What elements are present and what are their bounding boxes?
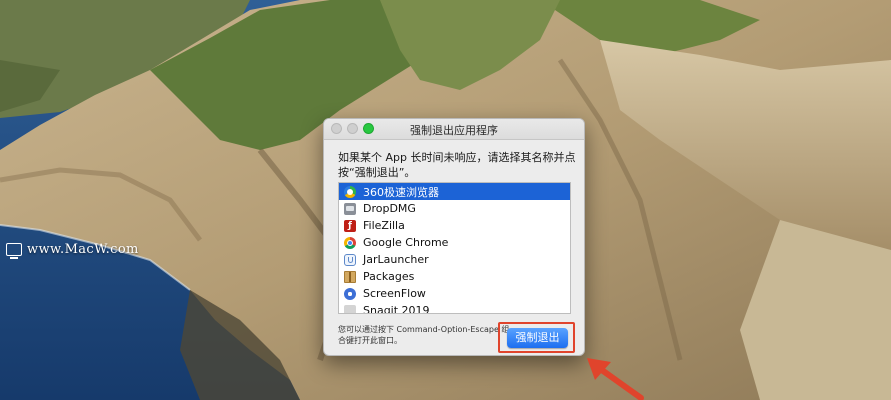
- app-name: 360极速浏览器: [363, 185, 439, 199]
- 360-browser-icon: [344, 185, 356, 198]
- force-quit-button[interactable]: 强制退出: [507, 328, 568, 348]
- app-list-item[interactable]: Google Chrome: [339, 234, 570, 251]
- force-quit-dialog: 强制退出应用程序 如果某个 App 长时间未响应，请选择其名称并点按“强制退出”…: [323, 118, 585, 356]
- annotation-arrow-icon: [587, 358, 644, 400]
- title-bar[interactable]: 强制退出应用程序: [324, 119, 584, 140]
- monitor-icon: [6, 242, 22, 259]
- app-list-item[interactable]: Snagit 2019: [339, 302, 570, 314]
- app-list-item[interactable]: DropDMG: [339, 200, 570, 217]
- shortcut-hint: 您可以通过按下 Command-Option-Escape 组合键打开此窗口。: [338, 325, 510, 345]
- watermark: www.MacW.com: [6, 240, 139, 259]
- app-name: Snagit 2019: [363, 304, 430, 314]
- app-name: Google Chrome: [363, 236, 449, 249]
- app-name: DropDMG: [363, 202, 416, 215]
- jarlauncher-icon: [344, 253, 356, 266]
- screenflow-icon: [344, 287, 356, 300]
- watermark-text: www.MacW.com: [27, 241, 139, 257]
- app-list-item[interactable]: ScreenFlow: [339, 285, 570, 302]
- app-name: ScreenFlow: [363, 287, 426, 300]
- app-name: JarLauncher: [363, 253, 429, 266]
- app-list[interactable]: 360极速浏览器 DropDMG ƒ FileZilla Google Chro…: [338, 182, 571, 314]
- dropdmg-icon: [344, 202, 356, 215]
- app-list-item[interactable]: 360极速浏览器: [339, 183, 570, 200]
- app-name: Packages: [363, 270, 415, 283]
- app-list-item[interactable]: Packages: [339, 268, 570, 285]
- snagit-icon: [344, 304, 356, 313]
- app-name: FileZilla: [363, 219, 405, 232]
- app-list-item[interactable]: ƒ FileZilla: [339, 217, 570, 234]
- packages-icon: [344, 270, 356, 283]
- filezilla-icon: ƒ: [344, 219, 356, 232]
- dialog-prompt: 如果某个 App 长时间未响应，请选择其名称并点按“强制退出”。: [338, 151, 576, 179]
- highlight-annotation-box: 强制退出: [498, 322, 575, 353]
- chrome-icon: [344, 236, 356, 249]
- app-list-item[interactable]: JarLauncher: [339, 251, 570, 268]
- dialog-title: 强制退出应用程序: [410, 124, 498, 137]
